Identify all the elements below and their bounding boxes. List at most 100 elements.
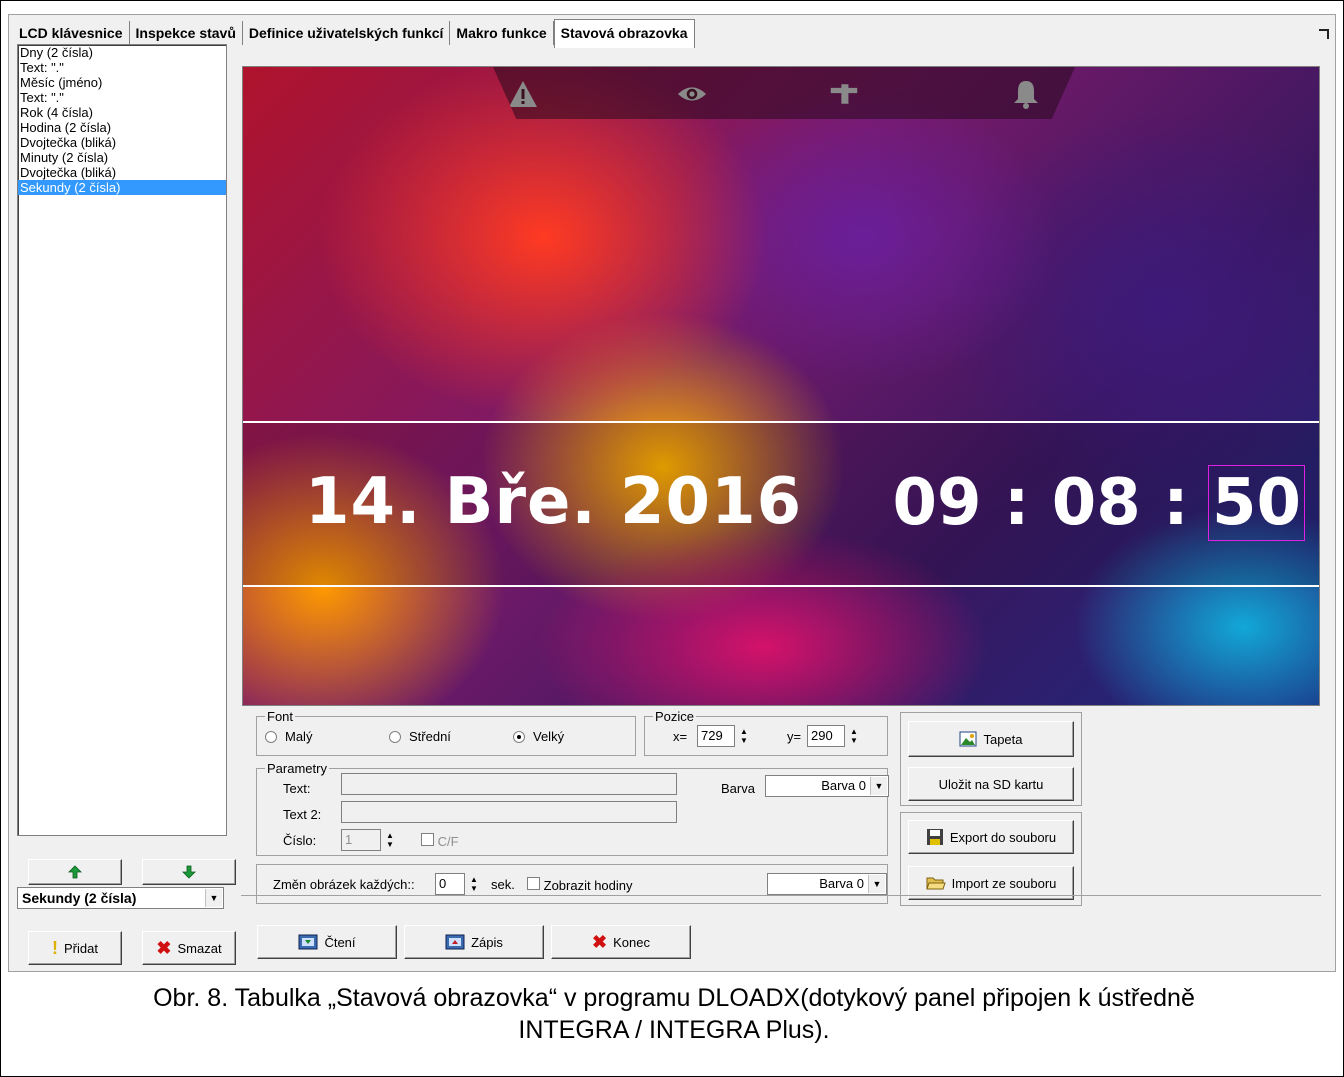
text2-label: Text 2: [283, 807, 322, 822]
eye-icon [677, 79, 707, 109]
delete-button[interactable]: ✖ Smazat [142, 931, 236, 965]
text2-input[interactable] [341, 801, 677, 823]
chevron-down-icon[interactable]: ▼ [868, 875, 885, 893]
x-position-input[interactable]: 729 [697, 725, 735, 747]
number-input[interactable]: 1 [341, 829, 381, 851]
color-select-value: Barva 0 [821, 778, 866, 793]
wallpaper-label: Tapeta [983, 731, 1023, 747]
read-button[interactable]: Čtení [257, 925, 397, 959]
export-button[interactable]: Export do souboru [908, 820, 1074, 854]
delete-x-icon: ✖ [156, 937, 172, 958]
preview-colon[interactable]: : [982, 466, 1052, 540]
font-small-radio[interactable]: Malý [265, 729, 312, 744]
interval-spin-icon[interactable]: ▲ ▼ [467, 873, 481, 895]
radio-icon [265, 730, 277, 743]
list-item[interactable]: Rok (4 čísla) [18, 105, 226, 120]
cf-checkbox[interactable]: C/F [421, 833, 459, 849]
close-label: Konec [613, 934, 650, 950]
font-group-legend: Font [265, 709, 296, 724]
font-small-label: Malý [285, 729, 313, 744]
close-button[interactable]: ✖ Konec [551, 925, 691, 959]
x-spin-icon[interactable]: ▲ ▼ [737, 725, 751, 747]
list-item[interactable]: Dvojtečka (bliká) [18, 135, 226, 150]
figure-caption: Obr. 8. Tabulka „Stavová obrazovka“ v pr… [14, 982, 1334, 1046]
radio-icon [389, 730, 401, 743]
bell-icon [1011, 79, 1041, 109]
clock-color-select[interactable]: Barva 0 ▼ [767, 873, 887, 895]
change-picture-label: Změn obrázek každých:: [273, 877, 415, 892]
tab-macro-functions[interactable]: Makro funkce [450, 21, 554, 45]
caption-program-name: LOAD [715, 984, 784, 1012]
tab-lcd-keypad[interactable]: LCD klávesnice [13, 21, 130, 45]
position-group: Pozice x= 729 ▲ ▼ y= 290 ▲ ▼ [644, 709, 888, 756]
arrow-up-icon [68, 865, 82, 879]
list-item[interactable]: Text: "." [18, 90, 226, 105]
parameters-group-legend: Parametry [265, 761, 329, 776]
tab-scroll-icon[interactable] [1319, 29, 1329, 39]
tab-status-screen[interactable]: Stavová obrazovka [553, 19, 695, 48]
seconds-unit: sek. [491, 877, 515, 892]
write-button[interactable]: Zápis [404, 925, 544, 959]
list-item[interactable]: Hodina (2 čísla) [18, 120, 226, 135]
element-list[interactable]: Dny (2 čísla) Text: "." Měsíc (jméno) Te… [17, 44, 227, 836]
list-item[interactable]: Měsíc (jméno) [18, 75, 226, 90]
font-large-radio[interactable]: Velký [513, 729, 564, 744]
write-label: Zápis [471, 934, 503, 950]
list-item[interactable]: Dvojtečka (bliká) [18, 165, 226, 180]
tab-state-inspection[interactable]: Inspekce stavů [130, 21, 243, 45]
save-sd-button[interactable]: Uložit na SD kartu [908, 767, 1074, 801]
caption-text: Obr. 8. Tabulka „Stavová obrazovka“ v pr… [153, 984, 716, 1012]
read-label: Čtení [324, 934, 356, 950]
save-sd-label: Uložit na SD kartu [938, 776, 1044, 792]
wrench-icon [829, 79, 859, 109]
chevron-down-icon[interactable]: ▼ [870, 777, 887, 795]
caption-text: X(dotykový panel připojen k ústředně [783, 984, 1195, 1012]
list-item-selected[interactable]: Sekundy (2 čísla) [18, 180, 226, 195]
list-item[interactable]: Minuty (2 čísla) [18, 150, 226, 165]
move-down-button[interactable] [142, 859, 236, 885]
font-group: Font Malý Střední Velký [256, 709, 636, 756]
bottom-toolbar [241, 895, 1321, 954]
change-interval-input[interactable]: 0 [435, 873, 465, 895]
show-clock-checkbox[interactable]: Zobrazit hodiny [527, 877, 633, 893]
font-medium-radio[interactable]: Střední [389, 729, 451, 744]
y-spin-icon[interactable]: ▲ ▼ [847, 725, 861, 747]
delete-button-label: Smazat [177, 940, 222, 956]
tab-user-functions[interactable]: Definice uživatelských funkcí [243, 21, 451, 45]
chevron-down-icon[interactable]: ▼ [205, 889, 222, 907]
wallpaper-button[interactable]: Tapeta [908, 721, 1074, 757]
arrow-down-icon [182, 865, 196, 879]
number-spin-icon[interactable]: ▲ ▼ [383, 829, 397, 851]
alert-triangle-icon [508, 79, 538, 109]
read-icon [298, 934, 318, 950]
preview-seconds-selected[interactable]: 50 [1207, 465, 1305, 541]
preview-hours[interactable]: 09 [893, 466, 982, 540]
add-button[interactable]: ! Přidat [28, 931, 122, 965]
element-type-select[interactable]: Sekundy (2 čísla) ▼ [17, 887, 224, 909]
text-input[interactable] [341, 773, 677, 795]
import-label: Import ze souboru [951, 875, 1057, 891]
list-item[interactable]: Dny (2 čísla) [18, 45, 226, 60]
show-clock-label: Zobrazit hodiny [543, 878, 633, 893]
y-position-input[interactable]: 290 [807, 725, 845, 747]
color-select[interactable]: Barva 0 ▼ [765, 775, 889, 797]
screen-preview[interactable]: 14. Bře. 2016 09 : 08 : 50 [242, 66, 1320, 706]
close-x-icon: ✖ [592, 931, 608, 952]
radio-selected-icon [513, 730, 525, 743]
preview-date: 14. Bře. 2016 [305, 465, 803, 539]
position-group-legend: Pozice [653, 709, 697, 724]
export-label: Export do souboru [949, 829, 1057, 845]
number-label: Číslo: [283, 833, 317, 848]
floppy-disk-icon [926, 829, 943, 845]
x-label: x= [673, 729, 688, 744]
list-item[interactable]: Text: "." [18, 60, 226, 75]
add-button-label: Přidat [64, 940, 98, 956]
move-up-button[interactable] [28, 859, 122, 885]
clock-color-value: Barva 0 [819, 876, 864, 891]
checkbox-icon [527, 877, 540, 890]
preview-colon[interactable]: : [1141, 466, 1211, 540]
picture-icon [959, 731, 977, 747]
element-type-select-value: Sekundy (2 čísla) [22, 890, 137, 906]
write-icon [445, 934, 465, 950]
preview-minutes[interactable]: 08 [1052, 466, 1141, 540]
